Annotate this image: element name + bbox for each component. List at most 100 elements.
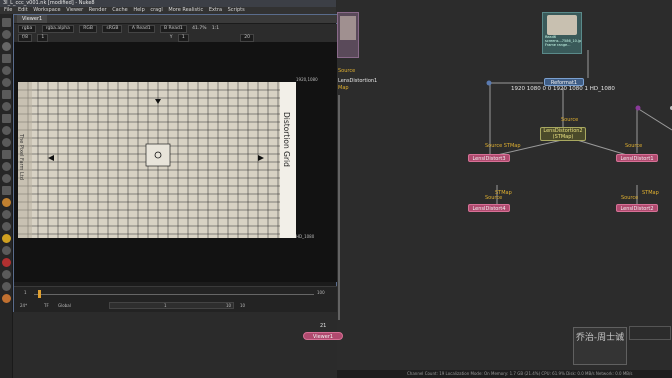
viewer-tab[interactable]: Viewer1 [17, 15, 48, 23]
current-frame-field[interactable]: 1 [164, 303, 167, 308]
misc-icon[interactable] [2, 282, 11, 291]
transform-icon[interactable] [2, 114, 11, 123]
timeline-end: 100 [317, 290, 325, 295]
search-icon[interactable] [2, 270, 11, 279]
left-read-thumbnail [340, 16, 356, 40]
viewer-canvas[interactable]: 1920,1080 Distortion Grid The Pixel Farm… [14, 42, 337, 301]
menu-cragl[interactable]: cragl [150, 7, 162, 13]
menu-scripts[interactable]: Scripts [228, 7, 245, 13]
settings-icon[interactable] [2, 246, 11, 255]
reformat-info: 1920 1080 0 0 1920 1080 1 HD_1080 [511, 86, 615, 92]
other-icon[interactable] [2, 174, 11, 183]
read6-range: Frame range... [545, 43, 571, 47]
metadata-icon[interactable] [2, 150, 11, 159]
menu-viewer[interactable]: Viewer [66, 7, 83, 13]
menu-extra[interactable]: Extra [209, 7, 222, 13]
furnace-icon[interactable] [2, 186, 11, 195]
fps-select[interactable]: 24* [20, 303, 27, 308]
format-bottom-label: HD_1080 [296, 234, 315, 239]
menu-render[interactable]: Render [89, 7, 107, 13]
distortion-grid-title: Distortion Grid [282, 112, 291, 167]
cragl-icon[interactable] [2, 234, 11, 243]
global-select[interactable]: Global [58, 303, 71, 308]
color-icon[interactable] [2, 66, 11, 75]
toolsets-icon[interactable] [2, 162, 11, 171]
left-map-label: Map [338, 85, 349, 91]
viewer1-node[interactable]: Viewer1 [303, 332, 343, 340]
filter-icon[interactable] [2, 78, 11, 87]
menu-more-realistic[interactable]: More Realistic [168, 7, 203, 13]
read6-node[interactable]: Read6 screens...7586_10.jpg Frame range.… [542, 12, 582, 54]
time-icon[interactable] [2, 42, 11, 51]
lensidistort2-node[interactable]: LensIDistort2 [616, 204, 658, 212]
viewer-tabbar: Viewer1 [14, 15, 337, 23]
lensdistortion2-node[interactable]: LensDistortion2 (STMap) [540, 127, 586, 141]
read6-thumbnail [547, 15, 577, 35]
menu-workspace[interactable]: Workspace [33, 7, 60, 13]
timeline-start: 1 [24, 290, 27, 295]
grid-lines [18, 82, 296, 238]
menu-file[interactable]: File [4, 7, 12, 13]
merge-icon[interactable] [2, 102, 11, 111]
menu-help[interactable]: Help [133, 7, 144, 13]
channel-icon[interactable] [2, 54, 11, 63]
colorspace-select[interactable]: sRGB [102, 25, 123, 33]
script-icon[interactable] [2, 222, 11, 231]
playback-controls[interactable] [109, 302, 234, 309]
channels-select[interactable]: rgba [18, 25, 37, 33]
lensidistort3-node[interactable]: LensIDistort3 [468, 154, 510, 162]
lut-select[interactable]: RGB [79, 25, 97, 33]
plugin-icon[interactable] [2, 210, 11, 219]
corner-box [629, 326, 671, 340]
viewer-panel[interactable]: Viewer1 rgba rgba.alpha RGB sRGB A Read1… [13, 14, 337, 312]
source-label-right2: Source [621, 195, 639, 201]
lensidistort1-node[interactable]: LensIDistort1 [616, 154, 658, 162]
source-stmap-label: Source STMap [485, 143, 521, 149]
image-icon[interactable] [2, 30, 11, 39]
viewer-controls-row1: rgba rgba.alpha RGB sRGB A Read1 B Read1… [14, 24, 337, 33]
window-titlebar: 3I_L_ccc_v001.nk [modified] - Nuke8 [0, 0, 336, 7]
format-top-label: 1920,1080 [296, 77, 318, 82]
menu-cache[interactable]: Cache [112, 7, 128, 13]
3d-icon[interactable] [2, 126, 11, 135]
stmap-label-right: STMap [642, 190, 659, 196]
keyer-icon[interactable] [2, 90, 11, 99]
viewer-controls-row2: f/8 1 Y 1 20 [14, 33, 337, 42]
zoom-value[interactable]: 41.7% [192, 26, 206, 31]
gamma-field[interactable]: 1 [177, 34, 189, 42]
alpha-select[interactable]: rgba.alpha [41, 25, 74, 33]
step-field-1[interactable]: 10 [226, 303, 231, 308]
source-label-right: Source [625, 143, 643, 149]
draw-icon[interactable] [2, 18, 11, 27]
gain-field[interactable]: 1 [37, 34, 49, 42]
lensidistort4-node[interactable]: LensIDistort4 [468, 204, 510, 212]
watermark-text: 乔治-周士诚 [575, 333, 625, 343]
input-b-select[interactable]: B Read1 [160, 25, 187, 33]
reformat1-node[interactable]: Reformat1 [544, 78, 584, 86]
node-graph[interactable]: Read6 screens...7586_10.jpg Frame range.… [303, 0, 672, 378]
frame-field[interactable]: 20 [240, 34, 254, 42]
node-connections [338, 50, 672, 320]
input-a-select[interactable]: A Read1 [127, 25, 155, 33]
pixel-farm-label: The Pixel Farm Ltd [18, 134, 24, 180]
node-toolbar [0, 14, 13, 378]
plugin2-icon[interactable] [2, 294, 11, 303]
timeline-bar[interactable]: 1 100 24* TF Global 1 10 10 [14, 286, 337, 312]
timeline-track[interactable] [34, 294, 314, 295]
menu-edit[interactable]: Edit [18, 7, 28, 13]
ratio-value[interactable]: 1:1 [212, 26, 219, 31]
tf-select[interactable]: TF [44, 303, 49, 308]
views-icon[interactable] [2, 138, 11, 147]
record-icon[interactable] [2, 258, 11, 267]
watermark-box: 乔治-周士诚 [573, 327, 627, 365]
status-bar: Channel Count: 19 Localization Mode: On … [337, 370, 672, 378]
viewer-frame-label: 21 [320, 323, 327, 329]
source-label: Source [561, 117, 579, 123]
left-lens-label: LensDistortion1 [338, 78, 378, 84]
gizmo-icon[interactable] [2, 198, 11, 207]
distortion-grid-image: Distortion Grid The Pixel Farm Ltd [18, 82, 296, 238]
fstop-field[interactable]: f/8 [18, 34, 32, 42]
timeline-playhead[interactable] [38, 290, 41, 298]
step-field-2[interactable]: 10 [240, 303, 245, 308]
left-read-node[interactable] [337, 12, 359, 58]
